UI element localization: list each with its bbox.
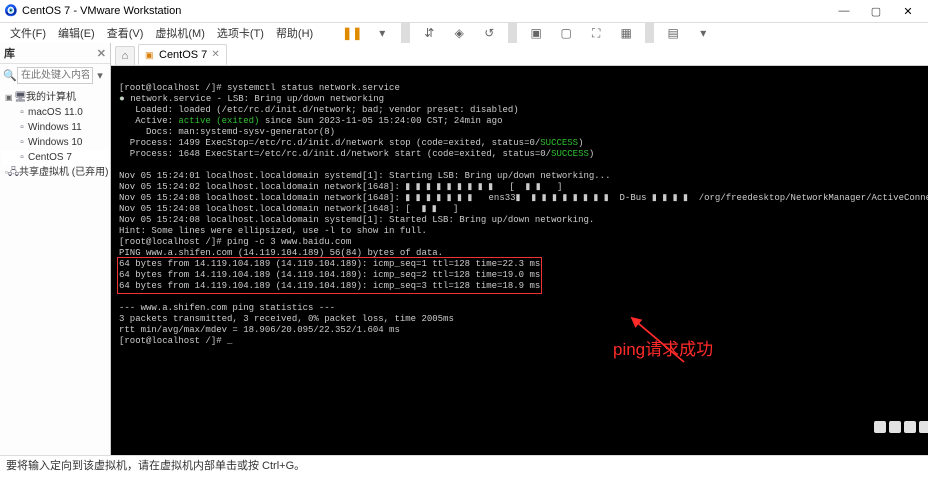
unity-icon[interactable]: ▢ xyxy=(553,22,579,44)
close-button[interactable]: ✕ xyxy=(892,5,924,18)
menu-edit[interactable]: 编辑(E) xyxy=(54,23,99,43)
maximize-button[interactable]: ▢ xyxy=(860,5,892,18)
tree-root[interactable]: ▣🖥我的计算机 xyxy=(2,90,108,105)
search-dropdown-icon[interactable]: ▾ xyxy=(93,69,107,82)
status-bar: 要将输入定向到该虚拟机，请在虚拟机内部单击或按 Ctrl+G。 xyxy=(0,455,928,474)
device-icon[interactable] xyxy=(889,421,901,433)
vmware-icon: 🧿 xyxy=(4,4,18,18)
menu-vm[interactable]: 虚拟机(M) xyxy=(151,23,209,43)
home-tab[interactable]: ⌂ xyxy=(115,46,135,65)
sidebar-title: 库 xyxy=(4,45,15,61)
settings-icon[interactable]: ▤ xyxy=(660,22,686,44)
vm-device-tray xyxy=(874,421,928,433)
tree-item-win10[interactable]: ▫Windows 10 xyxy=(2,135,108,150)
status-text: 要将输入定向到该虚拟机，请在虚拟机内部单击或按 Ctrl+G。 xyxy=(6,457,305,473)
thumbnail-icon[interactable]: ▦ xyxy=(613,22,639,44)
menu-help[interactable]: 帮助(H) xyxy=(272,23,317,43)
sidebar-close-icon[interactable]: ✕ xyxy=(97,47,106,60)
main-area: 库 ✕ 🔍 ▾ ▣🖥我的计算机 ▫macOS 11.0 ▫Windows 11 … xyxy=(0,43,928,455)
window-titlebar: 🧿 CentOS 7 - VMware Workstation — ▢ ✕ xyxy=(0,0,928,23)
annotation-text: ping请求成功 xyxy=(613,344,713,355)
device-icon[interactable] xyxy=(874,421,886,433)
tree-shared[interactable]: ▫🖧共享虚拟机 (已弃用) xyxy=(2,165,108,180)
tab-bar: ⌂ ▣ CentOS 7 ✕ xyxy=(111,43,928,66)
revert-icon[interactable]: ↺ xyxy=(476,22,502,44)
vm-pane: ⌂ ▣ CentOS 7 ✕ [root@localhost /]# syste… xyxy=(111,43,928,455)
window-title: CentOS 7 - VMware Workstation xyxy=(22,5,828,17)
ping-highlight-box: 64 bytes from 14.119.104.189 (14.119.104… xyxy=(119,259,540,292)
sidebar-header: 库 ✕ xyxy=(0,43,110,64)
device-icon[interactable] xyxy=(919,421,928,433)
tree-item-centos7[interactable]: ▫CentOS 7 xyxy=(2,150,108,165)
menu-view[interactable]: 查看(V) xyxy=(103,23,148,43)
menu-tabs[interactable]: 选项卡(T) xyxy=(213,23,268,43)
tab-label: CentOS 7 xyxy=(159,49,207,61)
dropdown-icon[interactable]: ▾ xyxy=(369,22,395,44)
tree-item-win11[interactable]: ▫Windows 11 xyxy=(2,120,108,135)
sidebar-search: 🔍 ▾ xyxy=(0,64,110,87)
vm-tree: ▣🖥我的计算机 ▫macOS 11.0 ▫Windows 11 ▫Windows… xyxy=(0,87,110,183)
send-ctrlaltdel-icon[interactable]: ⇵ xyxy=(416,22,442,44)
search-icon: 🔍 xyxy=(3,69,17,82)
device-icon[interactable] xyxy=(904,421,916,433)
pause-button[interactable]: ❚❚ xyxy=(339,22,365,44)
console-icon[interactable]: ▣ xyxy=(523,22,549,44)
snapshot-icon[interactable]: ◈ xyxy=(446,22,472,44)
guest-terminal[interactable]: [root@localhost /]# systemctl status net… xyxy=(111,66,928,455)
fullscreen-icon[interactable]: ⛶ xyxy=(583,22,609,44)
tab-close-icon[interactable]: ✕ xyxy=(211,49,219,60)
tab-centos7[interactable]: ▣ CentOS 7 ✕ xyxy=(138,44,227,65)
search-input[interactable] xyxy=(17,67,93,84)
vm-tab-icon: ▣ xyxy=(145,50,155,60)
tree-item-macos[interactable]: ▫macOS 11.0 xyxy=(2,105,108,120)
minimize-button[interactable]: — xyxy=(828,5,860,17)
library-sidebar: 库 ✕ 🔍 ▾ ▣🖥我的计算机 ▫macOS 11.0 ▫Windows 11 … xyxy=(0,43,111,455)
menu-file[interactable]: 文件(F) xyxy=(6,23,50,43)
settings-dropdown-icon[interactable]: ▾ xyxy=(690,22,716,44)
menu-bar: 文件(F) 编辑(E) 查看(V) 虚拟机(M) 选项卡(T) 帮助(H) ❚❚… xyxy=(0,23,928,43)
